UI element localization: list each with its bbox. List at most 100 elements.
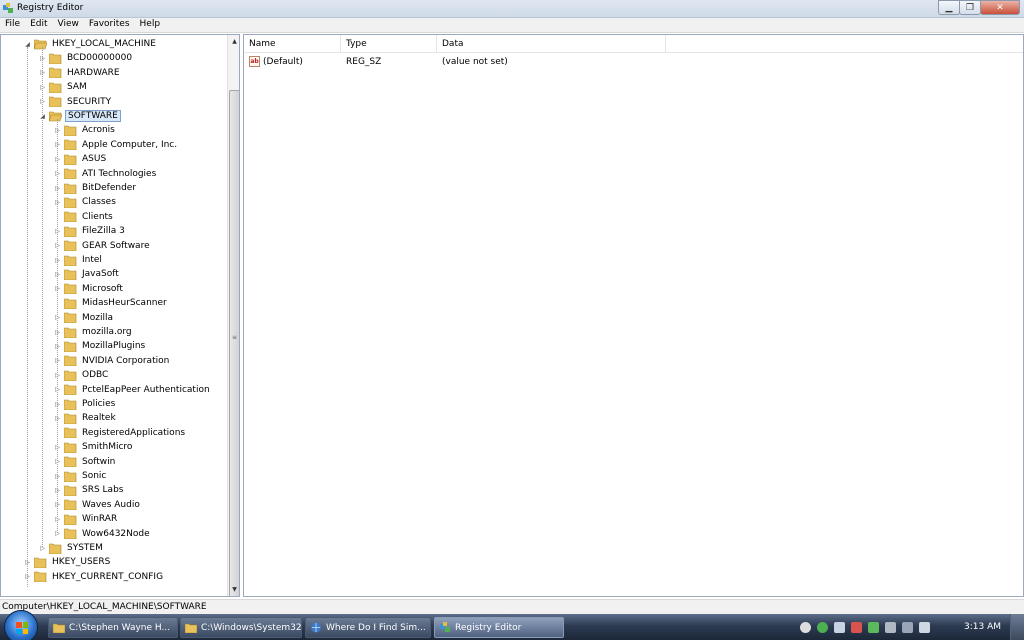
- close-button[interactable]: ✕: [980, 0, 1020, 15]
- tray-security-icon[interactable]: [817, 621, 828, 633]
- title-bar: Registry Editor ▁ ❐ ✕: [0, 0, 1024, 18]
- tree-node[interactable]: ▷ Waves Audio: [53, 498, 142, 512]
- tree-node[interactable]: ▷ SYSTEM: [38, 541, 105, 555]
- column-header-name[interactable]: Name: [244, 35, 341, 53]
- tree-node[interactable]: ▷ BitDefender: [53, 181, 138, 195]
- tree-node[interactable]: ▷ MozillaPlugins: [53, 339, 147, 353]
- window-title: Registry Editor: [17, 3, 84, 13]
- menu-view[interactable]: View: [53, 18, 84, 32]
- tree-node[interactable]: MidasHeurScanner: [53, 296, 169, 310]
- tree-node[interactable]: Clients: [53, 210, 115, 224]
- tree-node[interactable]: ▷ ASUS: [53, 152, 108, 166]
- tree-node[interactable]: ▷ WinRAR: [53, 512, 119, 526]
- taskbar-item-registry-editor[interactable]: Registry Editor: [434, 617, 564, 638]
- tree-node[interactable]: ▷ Wow6432Node: [53, 527, 152, 541]
- menu-file[interactable]: File: [0, 18, 25, 32]
- tree-node[interactable]: ▷ PctelEapPeer Authentication: [53, 383, 212, 397]
- tree-node-label: NVIDIA Corporation: [82, 355, 170, 366]
- tray-check-icon[interactable]: [868, 621, 879, 633]
- tree-node-label: Intel: [82, 255, 102, 265]
- taskbar-item-browser[interactable]: Where Do I Find Sim...: [305, 617, 431, 638]
- folder-icon: [64, 197, 77, 208]
- tree-node[interactable]: ◢ HKEY_LOCAL_MACHINE: [23, 37, 158, 51]
- tree-node[interactable]: ▷ Mozilla: [53, 311, 115, 325]
- tree-node[interactable]: RegisteredApplications: [53, 426, 187, 440]
- folder-icon: [64, 355, 77, 367]
- tree-node[interactable]: ▷ Realtek: [53, 411, 118, 425]
- tree-node[interactable]: ▷ SmithMicro: [53, 440, 134, 454]
- tree-node-label: RegisteredApplications: [82, 427, 186, 438]
- folder-icon: [64, 341, 77, 352]
- taskbar: C:\Stephen Wayne H... C:\Windows\System3…: [0, 610, 1024, 640]
- tree-node[interactable]: ▷ GEAR Software: [53, 239, 152, 253]
- tree-node[interactable]: ▷ HARDWARE: [38, 66, 122, 80]
- tree-node[interactable]: ▷ Sonic: [53, 469, 108, 483]
- tree-node[interactable]: ▷ FileZilla 3: [53, 224, 127, 238]
- folder-icon: [64, 370, 77, 381]
- tray-device-icon[interactable]: [834, 621, 845, 633]
- values-list-pane[interactable]: Name Type Data ab (Default) REG_SZ (valu…: [243, 34, 1024, 597]
- menu-edit[interactable]: Edit: [25, 18, 52, 32]
- minimize-button[interactable]: ▁: [938, 0, 960, 15]
- tree-node-label: BitDefender: [82, 183, 137, 193]
- status-path: Computer\HKEY_LOCAL_MACHINE\SOFTWARE: [2, 602, 207, 612]
- scroll-down-arrow-icon[interactable]: ▼: [228, 583, 239, 596]
- tree-node[interactable]: ▷ Intel: [53, 253, 104, 267]
- taskbar-item-label: C:\Stephen Wayne H...: [69, 622, 171, 633]
- scroll-up-arrow-icon[interactable]: ▲: [228, 35, 239, 48]
- tree-node-label: Realtek: [82, 413, 116, 424]
- regedit-icon: [440, 622, 450, 632]
- tree-node[interactable]: ▷ SRS Labs: [53, 483, 125, 497]
- tree-node-label: Apple Computer, Inc.: [82, 139, 178, 150]
- maximize-button[interactable]: ❐: [959, 0, 981, 15]
- tree-node[interactable]: ▷ Acronis: [53, 123, 117, 137]
- tree-node[interactable]: ▷ SECURITY: [38, 95, 113, 109]
- tray-app-icon[interactable]: [800, 621, 811, 633]
- key-tree-pane[interactable]: ◢ HKEY_LOCAL_MACHINE ▷ BCD00000000 ▷ HARDWARE…: [0, 34, 240, 597]
- column-header-data[interactable]: Data: [437, 35, 666, 53]
- tree-node-label: MozillaPlugins: [82, 341, 146, 352]
- taskbar-clock[interactable]: 3:13 AM: [964, 622, 1001, 632]
- folder-icon: [64, 240, 77, 252]
- open-folder-icon: [34, 39, 47, 49]
- tree-node[interactable]: ▷ Classes: [53, 195, 118, 209]
- tree-vertical-scrollbar[interactable]: ▲ ≡ ▼: [227, 35, 239, 596]
- show-desktop-button[interactable]: [1010, 614, 1024, 640]
- taskbar-item-explorer-2[interactable]: C:\Windows\System32: [180, 617, 302, 638]
- folder-icon: [64, 442, 77, 453]
- start-button[interactable]: [4, 610, 38, 640]
- tree-node[interactable]: ◢ SOFTWARE: [38, 109, 121, 123]
- tree-node[interactable]: ▷ Softwin: [53, 455, 117, 469]
- tree-node-label: JavaSoft: [82, 269, 119, 280]
- tree-guide-line: [42, 47, 43, 547]
- folder-icon: [64, 413, 77, 424]
- tree-node-label: Softwin: [82, 456, 116, 467]
- tree-node[interactable]: ▷ NVIDIA Corporation: [53, 354, 171, 368]
- tree-node[interactable]: ▷ SAM: [38, 80, 89, 94]
- tree-node-label: FileZilla 3: [82, 226, 125, 237]
- scrollbar-thumb[interactable]: ≡: [229, 90, 239, 596]
- tree-node[interactable]: ▷ Policies: [53, 397, 117, 411]
- tree-node[interactable]: ▷ HKEY_USERS: [23, 555, 112, 569]
- tray-action-center-icon[interactable]: [851, 621, 862, 633]
- tree-node-label: HKEY_LOCAL_MACHINE: [52, 39, 156, 49]
- folder-icon: [64, 384, 77, 396]
- tree-node[interactable]: ▷ Apple Computer, Inc.: [53, 138, 179, 152]
- column-header-type[interactable]: Type: [341, 35, 437, 53]
- folder-icon: [64, 312, 77, 324]
- menu-favorites[interactable]: Favorites: [84, 18, 135, 32]
- tray-volume-icon[interactable]: [919, 621, 930, 633]
- menu-help[interactable]: Help: [135, 18, 166, 32]
- tree-node[interactable]: ▷ mozilla.org: [53, 325, 134, 339]
- tray-power-icon[interactable]: [885, 621, 896, 633]
- tray-network-icon[interactable]: [902, 621, 913, 633]
- tree-node[interactable]: ▷ HKEY_CURRENT_CONFIG: [23, 570, 165, 584]
- tree-node[interactable]: ▷ ODBC: [53, 368, 110, 382]
- tree-node[interactable]: ▷ Microsoft: [53, 282, 125, 296]
- taskbar-item-explorer-1[interactable]: C:\Stephen Wayne H...: [48, 617, 178, 638]
- tree-node[interactable]: ▷ BCD00000000: [38, 51, 134, 65]
- value-row[interactable]: ab (Default) REG_SZ (value not set): [244, 55, 1023, 71]
- folder-icon: [64, 183, 77, 194]
- tree-node[interactable]: ▷ ATI Technologies: [53, 167, 158, 181]
- tree-node[interactable]: ▷ JavaSoft: [53, 267, 121, 281]
